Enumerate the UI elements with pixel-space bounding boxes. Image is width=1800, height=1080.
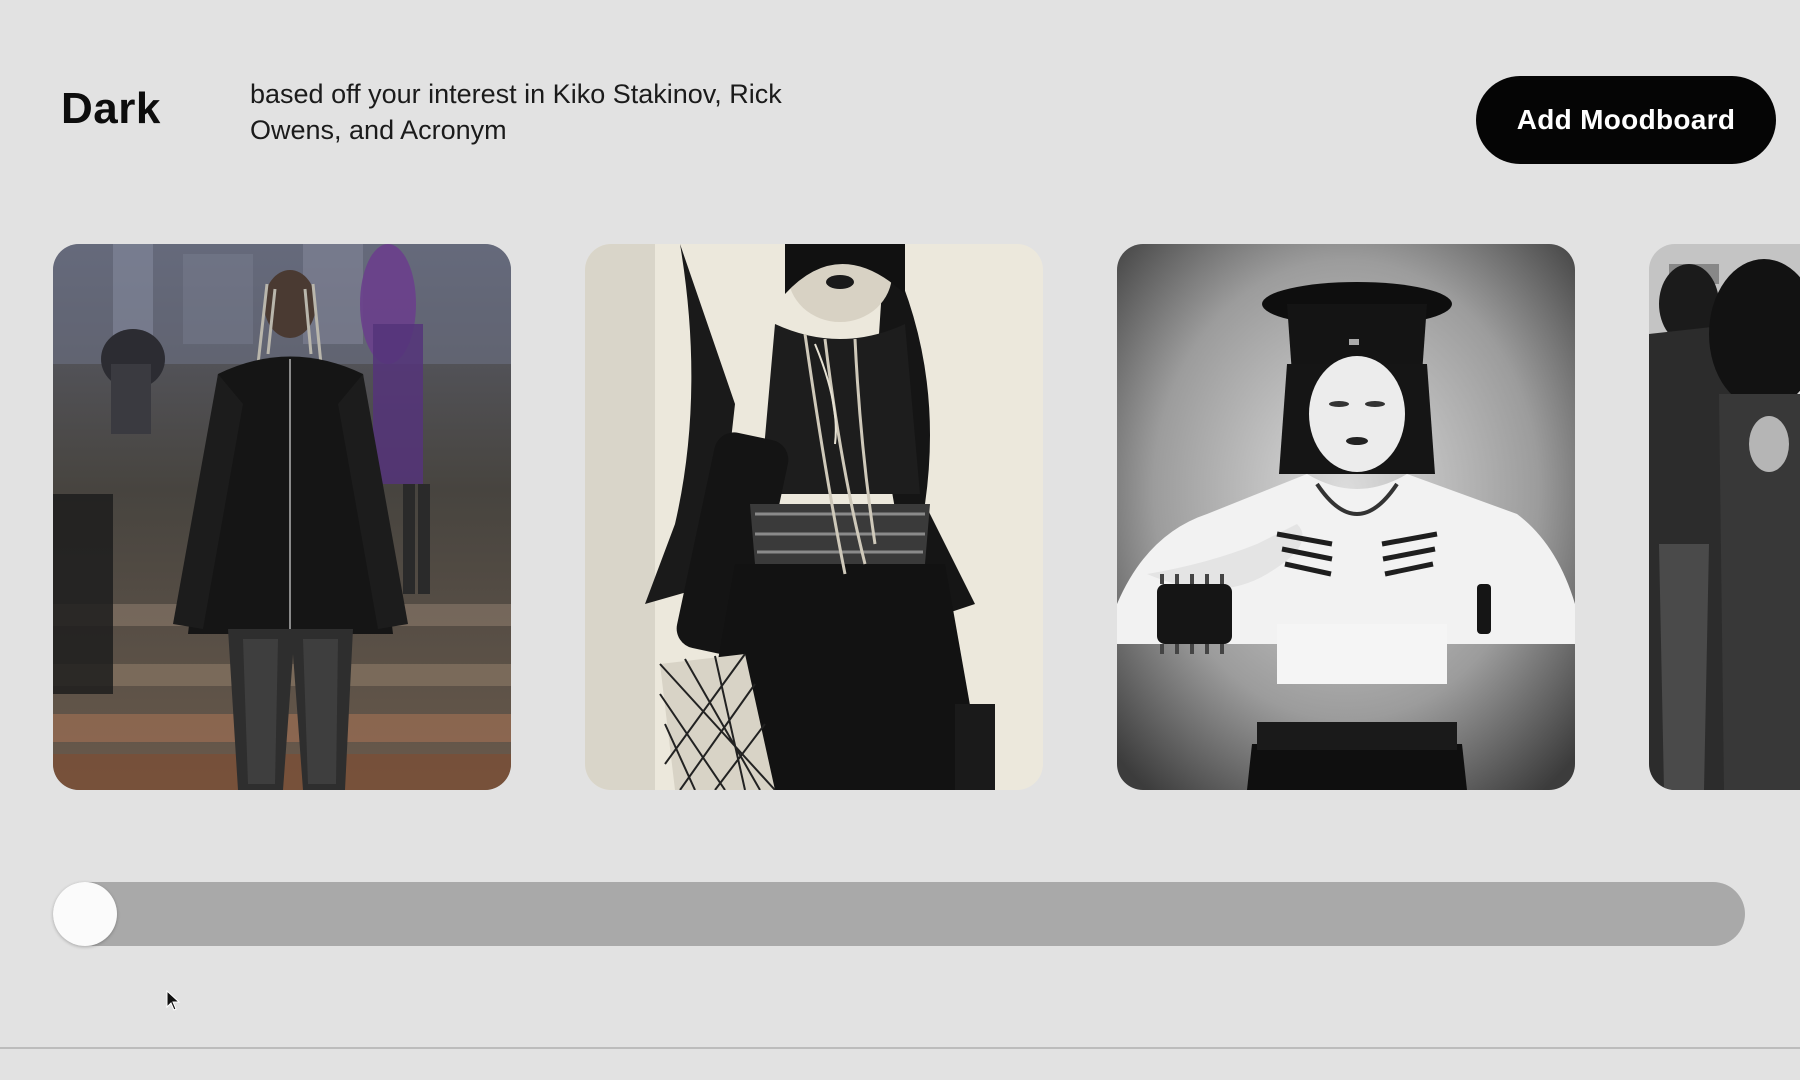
image-carousel [0, 244, 1800, 792]
runway-photo [53, 244, 511, 790]
moodboard-subtitle: based off your interest in Kiko Stakinov… [250, 79, 782, 145]
carousel-scroll-track[interactable] [53, 882, 1745, 946]
cap-portrait-photo [1117, 244, 1575, 790]
moodboard-image-cap-portrait[interactable] [1117, 244, 1575, 790]
add-moodboard-button[interactable]: Add Moodboard [1476, 76, 1776, 164]
bottom-divider [0, 1047, 1800, 1049]
goth-photo [585, 244, 1043, 790]
moodboard-image-group[interactable] [1649, 244, 1800, 790]
moodboard-image-goth[interactable] [585, 244, 1043, 790]
group-photo [1649, 244, 1800, 790]
moodboard-title: Dark [61, 84, 161, 133]
carousel-scroll-thumb[interactable] [53, 882, 117, 946]
mouse-pointer-icon [166, 990, 181, 1011]
moodboard-image-runway[interactable] [53, 244, 511, 790]
